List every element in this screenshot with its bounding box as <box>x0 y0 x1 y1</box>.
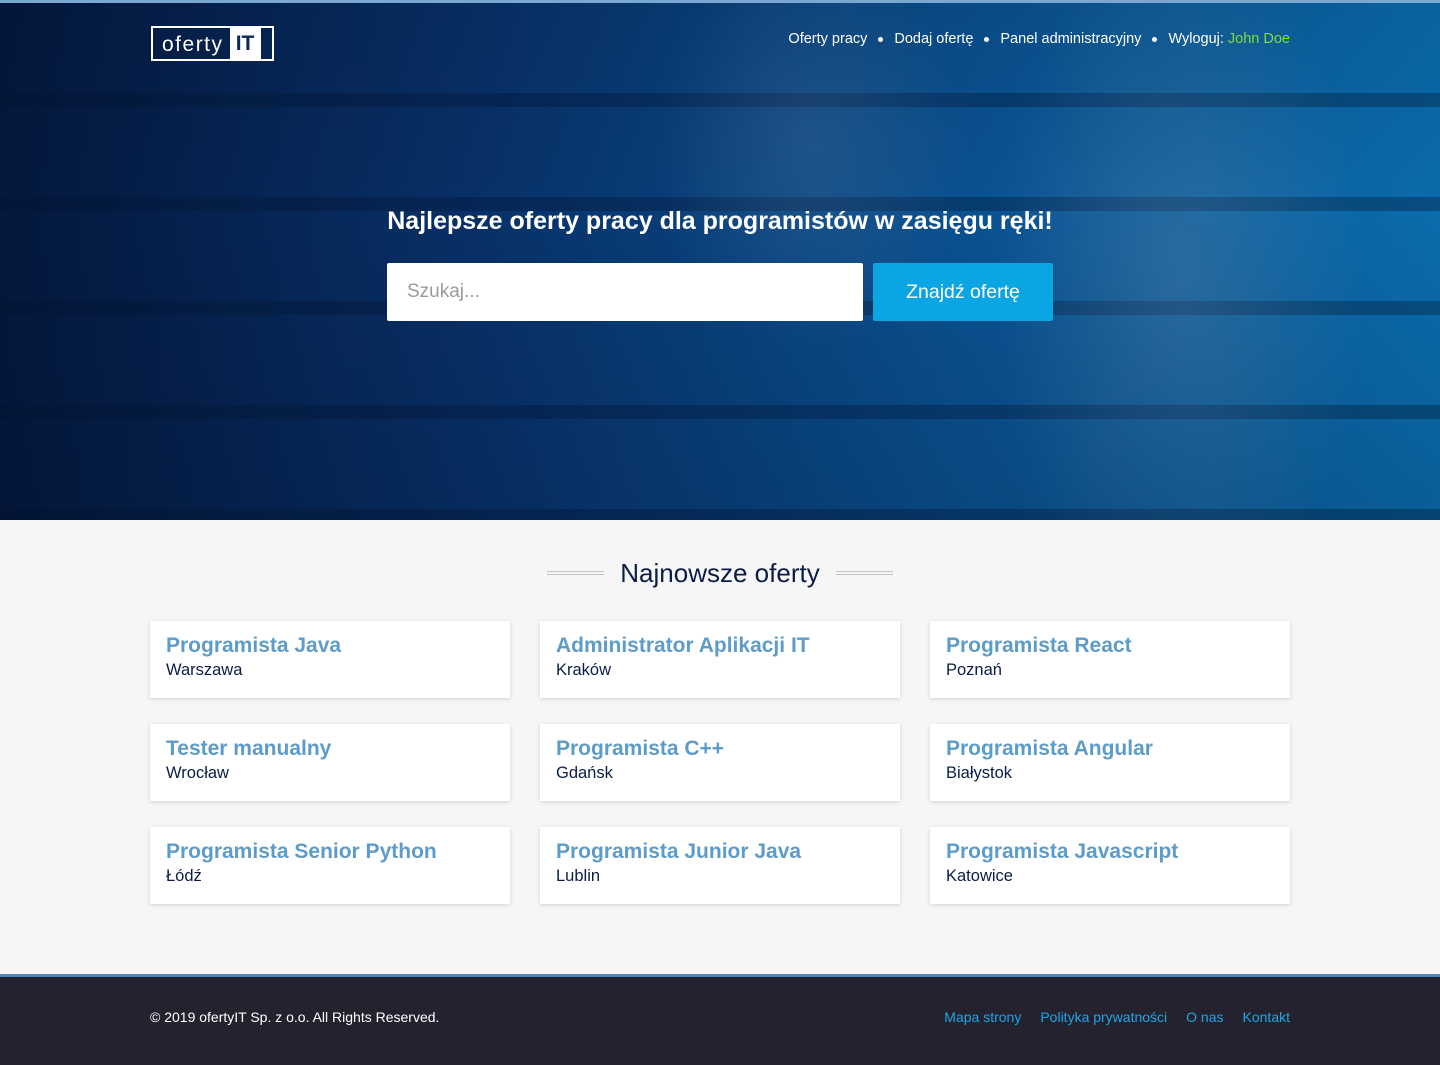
offer-title[interactable]: Administrator Aplikacji IT <box>556 633 884 658</box>
footer-links: Mapa strony Polityka prywatności O nas K… <box>944 1009 1290 1025</box>
offer-city: Lublin <box>556 867 601 885</box>
nav-link-logout[interactable]: Wyloguj: <box>1168 31 1223 47</box>
search-input[interactable] <box>387 263 863 321</box>
find-offer-button[interactable]: Znajdź ofertę <box>873 263 1053 321</box>
offer-card[interactable]: Programista Senior Python Łódź <box>150 827 510 904</box>
offer-card[interactable]: Programista React Poznań <box>930 621 1290 698</box>
site-logo[interactable]: oferty IT <box>151 26 274 61</box>
footer-link-sitemap[interactable]: Mapa strony <box>944 1009 1021 1025</box>
offer-city: Białystok <box>946 764 1013 782</box>
nav-link-job-offers[interactable]: Oferty pracy <box>788 31 867 47</box>
offer-card[interactable]: Administrator Aplikacji IT Kraków <box>540 621 900 698</box>
offer-title[interactable]: Tester manualny <box>166 736 494 761</box>
copyright-text: © 2019 ofertyIT Sp. z o.o. All Rights Re… <box>150 1009 440 1025</box>
offer-card[interactable]: Programista Javascript Katowice <box>930 827 1290 904</box>
offer-city: Kraków <box>556 661 612 679</box>
offer-title[interactable]: Programista Java <box>166 633 494 658</box>
nav-link-admin-panel[interactable]: Panel administracyjny <box>1000 31 1141 47</box>
offer-city: Wrocław <box>166 764 229 782</box>
offer-card[interactable]: Programista Junior Java Lublin <box>540 827 900 904</box>
latest-offers-title: Najnowsze oferty <box>620 558 820 588</box>
hero-background-overlay <box>0 3 1440 520</box>
offer-card[interactable]: Programista Angular Białystok <box>930 724 1290 801</box>
offer-cards-grid: Programista Java Warszawa Administrator … <box>150 621 1290 904</box>
offer-city: Gdańsk <box>556 764 613 782</box>
offer-city: Poznań <box>946 661 1002 679</box>
logo-text-oferty: oferty <box>162 33 224 56</box>
offer-card[interactable]: Programista Java Warszawa <box>150 621 510 698</box>
nav-separator-dot <box>1152 36 1158 42</box>
offer-title[interactable]: Programista Senior Python <box>166 839 494 864</box>
site-footer: © 2019 ofertyIT Sp. z o.o. All Rights Re… <box>0 974 1440 1065</box>
section-heading: Najnowsze oferty <box>0 556 1440 590</box>
footer-link-about[interactable]: O nas <box>1186 1009 1223 1025</box>
offer-title[interactable]: Programista Javascript <box>946 839 1274 864</box>
offer-title[interactable]: Programista C++ <box>556 736 884 761</box>
offer-city: Warszawa <box>166 661 243 679</box>
offer-title[interactable]: Programista Junior Java <box>556 839 884 864</box>
offer-card[interactable]: Programista C++ Gdańsk <box>540 724 900 801</box>
nav-separator-dot <box>984 36 990 42</box>
footer-link-contact[interactable]: Kontakt <box>1243 1009 1290 1025</box>
offer-card[interactable]: Tester manualny Wrocław <box>150 724 510 801</box>
offer-title[interactable]: Programista Angular <box>946 736 1274 761</box>
nav-separator-dot <box>878 36 884 42</box>
nav-user-name[interactable]: John Doe <box>1228 31 1290 47</box>
offer-title[interactable]: Programista React <box>946 633 1274 658</box>
hero-section: oferty IT Oferty pracy Dodaj ofertę Pane… <box>0 0 1440 520</box>
main-nav: Oferty pracy Dodaj ofertę Panel administ… <box>788 31 1290 47</box>
nav-link-add-offer[interactable]: Dodaj ofertę <box>894 31 973 47</box>
heading-divider-right <box>835 571 893 575</box>
footer-link-privacy-policy[interactable]: Polityka prywatności <box>1040 1009 1167 1025</box>
hero-title: Najlepsze oferty pracy dla programistów … <box>387 207 1053 235</box>
offer-city: Łódź <box>166 867 202 885</box>
offer-city: Katowice <box>946 867 1013 885</box>
heading-divider-left <box>547 571 605 575</box>
logo-text-it: IT <box>229 28 261 59</box>
